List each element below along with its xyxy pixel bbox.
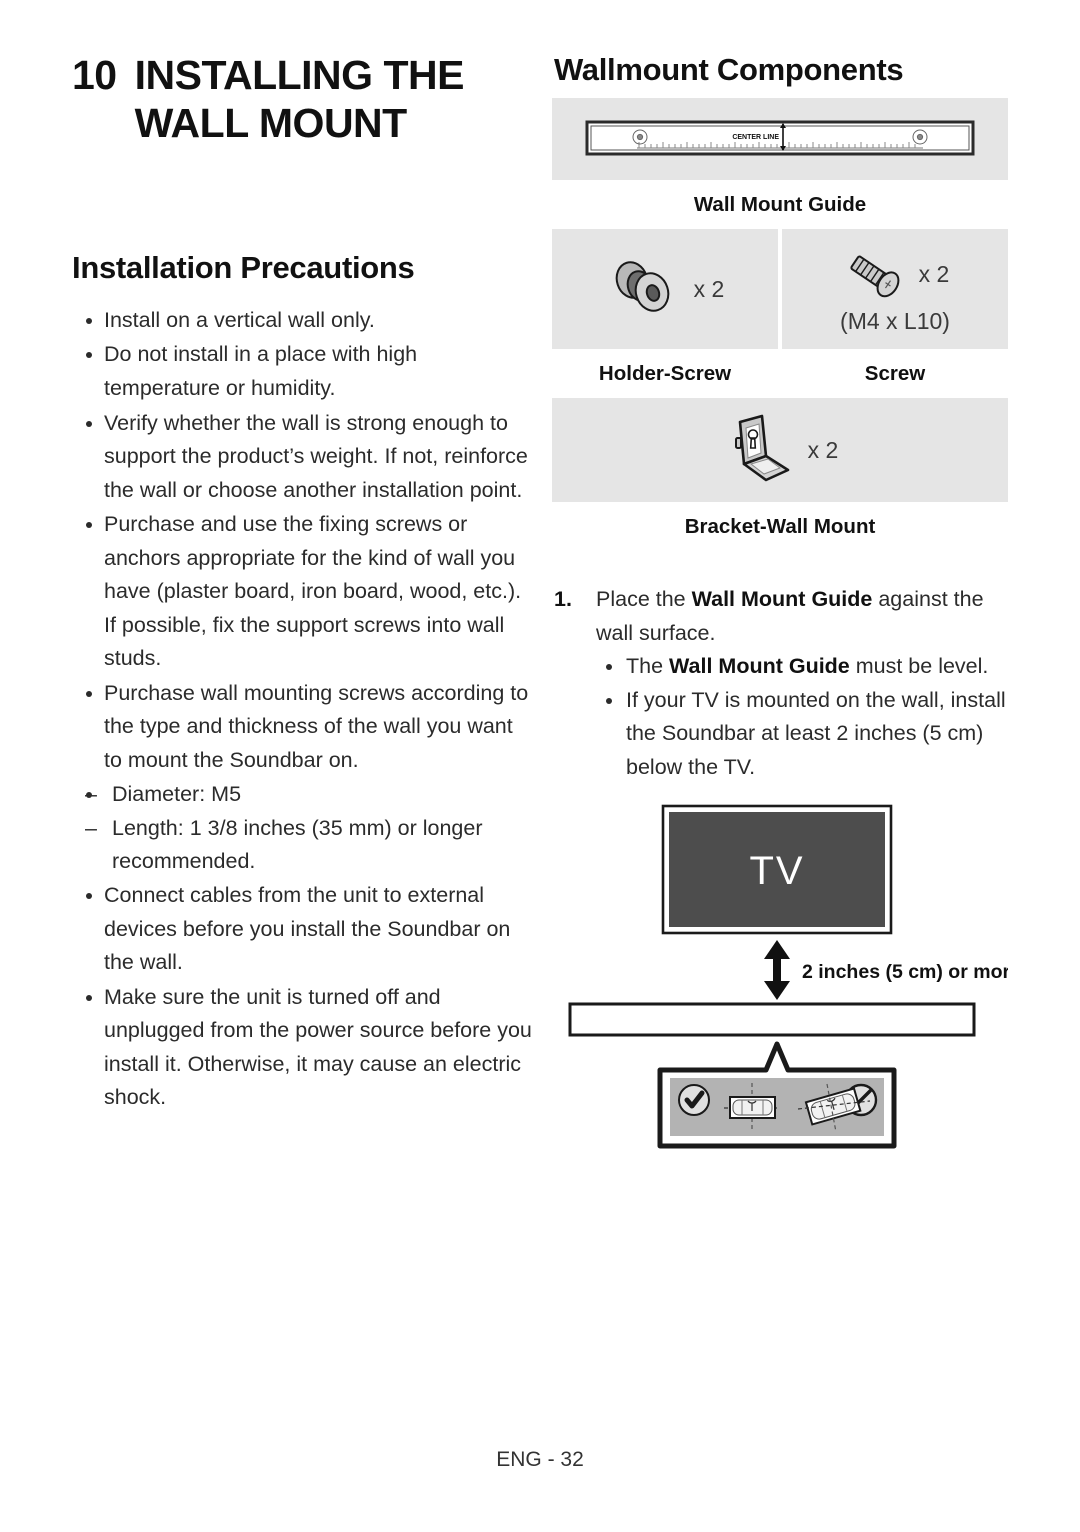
list-item: Make sure the unit is turned off and unp…: [72, 981, 532, 1115]
list-item: Diameter: M5: [72, 778, 532, 812]
wall-mount-guide-panel: CENTER LINE: [552, 98, 1008, 180]
wall-mount-guide-illustration: CENTER LINE: [585, 120, 975, 156]
list-item: Install on a vertical wall only.: [72, 304, 532, 338]
step-text-before: Place the: [596, 587, 692, 611]
tv-label: TV: [749, 849, 804, 893]
screw-spec-list: Diameter: M5 Length: 1 3/8 inches (35 mm…: [72, 778, 532, 879]
list-item: Length: 1 3/8 inches (35 mm) or longer r…: [72, 812, 532, 879]
list-item: Verify whether the wall is strong enough…: [72, 407, 532, 508]
precautions-list: Install on a vertical wall only. Do not …: [72, 304, 532, 1115]
installation-steps: 1. Place the Wall Mount Guide against th…: [552, 583, 1008, 784]
list-item: Purchase wall mounting screws according …: [72, 677, 532, 778]
precautions-heading: Installation Precautions: [72, 249, 415, 285]
chapter-number: 10: [72, 52, 117, 98]
screw-caption: Screw: [864, 362, 926, 385]
list-item-sublist: Diameter: M5 Length: 1 3/8 inches (35 mm…: [72, 778, 532, 879]
level-callout: [657, 1041, 897, 1149]
components-caption-row: Holder-Screw Screw: [552, 349, 1008, 398]
components-row: x 2 x 2 (M4 x L10): [552, 229, 1008, 349]
tv-soundbar-illustration: TV 2 inches (5 cm) or more: [568, 804, 1021, 1149]
holder-screw-panel: x 2: [552, 229, 778, 349]
holder-screw-quantity: x 2: [693, 275, 725, 302]
screw-spec: (M4 x L10): [840, 307, 950, 334]
holder-screw-caption: Holder-Screw: [598, 362, 732, 385]
check-icon: [678, 1084, 710, 1117]
list-item: Do not install in a place with high temp…: [72, 338, 532, 405]
wall-mount-guide-caption: Wall Mount Guide: [693, 193, 867, 216]
tv-soundbar-diagram: TV 2 inches (5 cm) or more: [552, 798, 1021, 1198]
holder-screw-illustration: [615, 261, 669, 312]
wallmount-heading: Wallmount Components: [554, 52, 904, 87]
step-text-bold: Wall Mount Guide: [691, 587, 873, 611]
step-number: 1.: [554, 587, 572, 611]
screw-quantity: x 2: [918, 261, 950, 287]
list-item: Connect cables from the unit to external…: [72, 879, 532, 980]
distance-arrow: [764, 940, 790, 1001]
screw-illustration: [850, 255, 900, 297]
bracket-quantity: x 2: [807, 436, 839, 463]
page-title: INSTALLING THE WALL MOUNT: [134, 52, 465, 146]
list-item: The Wall Mount Guide must be level.: [596, 650, 1008, 684]
step-item: 1. Place the Wall Mount Guide against th…: [552, 583, 1008, 784]
right-column: Wallmount Components CENTER LINE Wall Mo…: [552, 52, 1021, 1198]
bracket-caption: Bracket-Wall Mount: [684, 515, 876, 538]
manual-page: 10 INSTALLING THE WALL MOUNT Installatio…: [0, 0, 1080, 1532]
step-substeps: The Wall Mount Guide must be level. If y…: [596, 650, 1008, 784]
left-column: 10 INSTALLING THE WALL MOUNT Installatio…: [72, 52, 532, 1116]
substep-text-bold: Wall Mount Guide: [669, 654, 850, 679]
substep-text-after: must be level.: [849, 654, 989, 679]
center-line-label: CENTER LINE: [732, 134, 779, 141]
screw-panel: x 2 (M4 x L10): [782, 229, 1008, 349]
substep-text-before: If your TV is mounted on the wall, insta…: [626, 687, 1006, 779]
list-item: If your TV is mounted on the wall, insta…: [596, 684, 1008, 785]
bracket-wall-mount-illustration: [734, 414, 789, 482]
list-item: Purchase and use the fixing screws or an…: [72, 508, 532, 676]
bracket-panel: x 2: [552, 398, 1008, 502]
page-footer: ENG - 32: [496, 1448, 584, 1471]
distance-label: 2 inches (5 cm) or more: [802, 961, 1008, 983]
substep-text-before: The: [626, 654, 670, 679]
chapter-header: 10 INSTALLING THE WALL MOUNT: [72, 52, 532, 148]
